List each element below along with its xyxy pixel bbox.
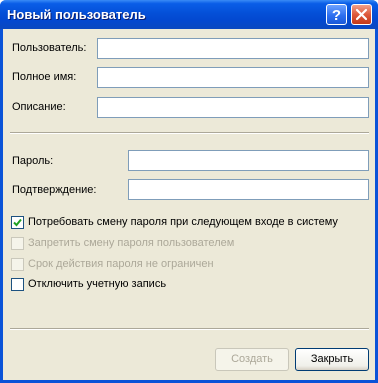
help-icon: ?: [332, 7, 341, 24]
close-window-button[interactable]: [351, 4, 372, 25]
separator: [10, 132, 369, 134]
svg-text:?: ?: [332, 7, 341, 24]
password-label: Пароль:: [12, 155, 54, 167]
password-never-expires-checkbox: [11, 258, 24, 271]
close-icon: [355, 8, 368, 21]
password-input[interactable]: [128, 150, 369, 171]
description-input[interactable]: [97, 97, 369, 118]
fullname-label: Полное имя:: [12, 71, 77, 83]
new-user-dialog: Новый пользователь ? Пользователь: Полно…: [0, 0, 378, 383]
must-change-password-checkbox[interactable]: [11, 216, 24, 229]
must-change-password-label: Потребовать смену пароля при следующем в…: [28, 216, 338, 228]
window-title: Новый пользователь: [7, 7, 146, 22]
cannot-change-password-checkbox: [11, 237, 24, 250]
confirm-password-label: Подтверждение:: [12, 184, 97, 196]
title-bar[interactable]: Новый пользователь ?: [0, 0, 378, 29]
separator: [10, 328, 369, 330]
help-button[interactable]: ?: [326, 4, 347, 25]
cannot-change-password-label: Запретить смену пароля пользователем: [28, 237, 235, 249]
username-label: Пользователь:: [12, 42, 87, 54]
password-never-expires-label: Срок действия пароля не ограничен: [28, 258, 214, 270]
disable-account-label: Отключить учетную запись: [28, 278, 167, 290]
description-label: Описание:: [12, 101, 66, 113]
create-button: Создать: [215, 348, 289, 371]
checkmark-icon: [13, 218, 22, 227]
confirm-password-input[interactable]: [128, 179, 369, 200]
disable-account-checkbox[interactable]: [11, 278, 24, 291]
close-button[interactable]: Закрыть: [295, 348, 369, 371]
fullname-input[interactable]: [97, 67, 369, 88]
username-input[interactable]: [97, 38, 369, 59]
